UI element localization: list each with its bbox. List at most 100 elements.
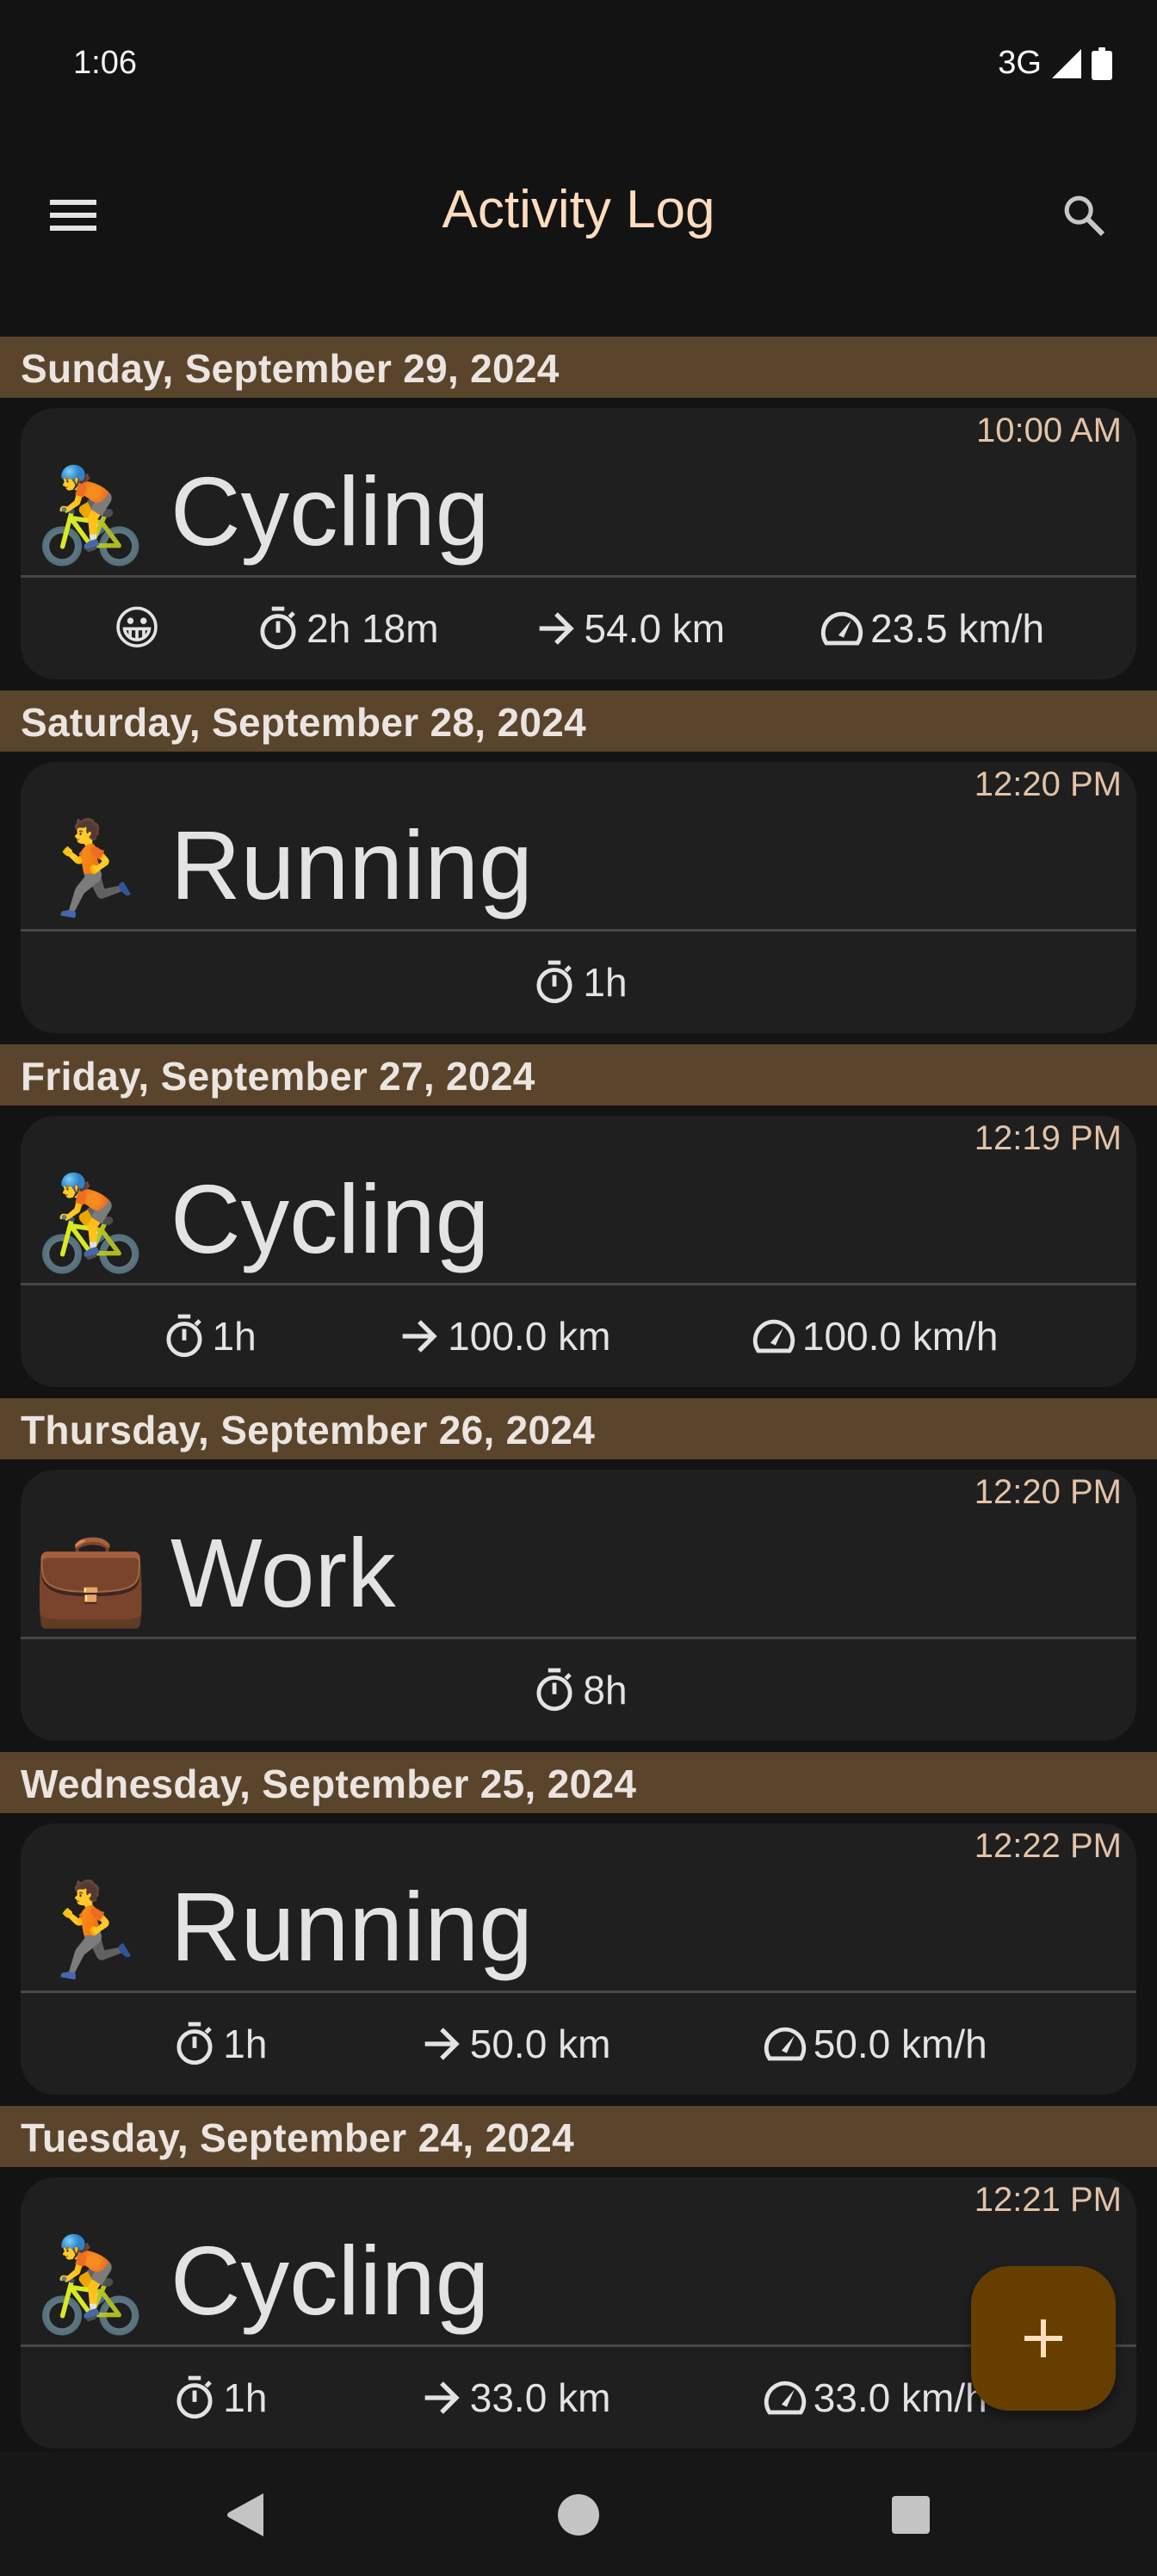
activity-type-icon: 🏃: [33, 817, 149, 921]
recents-button[interactable]: [881, 2485, 941, 2545]
date-label: Thursday, September 26, 2024: [21, 1408, 596, 1452]
speed-stat: 100.0 km/h: [749, 1311, 999, 1361]
distance-stat: 33.0 km: [417, 2373, 611, 2423]
home-button[interactable]: [548, 2485, 609, 2545]
speed-value: 100.0 km/h: [801, 1314, 999, 1359]
speed-value: 50.0 km/h: [813, 2022, 987, 2066]
activity-card[interactable]: 12:20 PM 💼 Work 8h: [21, 1470, 1136, 1741]
search-icon: [1064, 195, 1105, 237]
stats-row: 1h 100.0 km 100.0 km/h: [21, 1285, 1136, 1387]
date-header: Saturday, September 28, 2024: [0, 690, 1157, 752]
speedometer-icon: [760, 2373, 810, 2423]
status-bar: 1:06 3G: [0, 0, 1157, 129]
back-button[interactable]: [215, 2485, 275, 2545]
date-label: Saturday, September 28, 2024: [21, 700, 586, 745]
duration-value: 1h: [223, 2022, 268, 2066]
duration-stat: 8h: [529, 1665, 628, 1715]
duration-stat: 1h: [159, 1311, 257, 1361]
activity-card[interactable]: 12:19 PM 🚴 Cycling 1h 100.0 km 100.0 km/h: [21, 1116, 1136, 1387]
activity-time: 12:20 PM: [974, 1473, 1122, 1511]
date-label: Tuesday, September 24, 2024: [21, 2115, 575, 2160]
arrow-right-icon: [417, 2019, 467, 2069]
arrow-right-icon: [417, 2373, 467, 2423]
activity-name: Cycling: [170, 457, 490, 566]
activity-card[interactable]: 12:22 PM 🏃 Running 1h 50.0 km 50.0 km/h: [21, 1824, 1136, 2095]
distance-stat: 54.0 km: [531, 604, 726, 653]
stats-row: 1h 50.0 km 50.0 km/h: [21, 1993, 1136, 2095]
activity-time: 12:22 PM: [974, 1827, 1122, 1865]
status-time: 1:06: [73, 45, 137, 81]
activity-type-icon: 🚴: [33, 463, 149, 567]
activity-card[interactable]: 10:00 AM 🚴 Cycling 😀 2h 18m 54.0 km 23.5 km/h: [21, 408, 1136, 679]
duration-value: 8h: [583, 1668, 628, 1712]
add-activity-button[interactable]: [971, 2266, 1116, 2411]
day-section: Wednesday, September 25, 2024 12:22 PM 🏃 Ru…: [0, 1752, 1157, 2106]
speedometer-icon: [760, 2019, 810, 2069]
home-circle-icon: [558, 2494, 599, 2536]
plus-icon: [1024, 2319, 1062, 2357]
date-label: Sunday, September 29, 2024: [21, 346, 560, 391]
page-title: Activity Log: [442, 180, 715, 239]
distance-value: 33.0 km: [469, 2375, 611, 2420]
activity-type-icon: 🚴: [33, 1171, 149, 1275]
distance-value: 50.0 km: [469, 2022, 611, 2066]
speed-value: 33.0 km/h: [813, 2375, 987, 2420]
day-section: Thursday, September 26, 2024 12:20 PM 💼 Wor…: [0, 1398, 1157, 1752]
stopwatch-icon: [170, 2019, 220, 2069]
distance-stat: 50.0 km: [417, 2019, 611, 2069]
stats-row: 8h: [21, 1639, 1136, 1741]
mood-stat: 😀: [113, 603, 161, 654]
activity-time: 12:20 PM: [974, 765, 1122, 803]
distance-stat: 100.0 km: [394, 1311, 610, 1361]
distance-value: 54.0 km: [584, 606, 726, 651]
date-header: Wednesday, September 25, 2024: [0, 1752, 1157, 1813]
activity-type-icon: 🏃: [33, 1879, 149, 1983]
arrow-right-icon: [394, 1311, 444, 1361]
activity-card[interactable]: 12:21 PM 🚴 Cycling 1h 33.0 km 33.0 km/h: [21, 2177, 1136, 2449]
speed-value: 23.5 km/h: [870, 606, 1045, 651]
distance-value: 100.0 km: [448, 1314, 611, 1359]
speed-stat: 33.0 km/h: [760, 2373, 987, 2423]
stopwatch-icon: [159, 1311, 209, 1361]
arrow-right-icon: [531, 604, 581, 653]
search-button[interactable]: [1045, 176, 1123, 254]
day-section: Sunday, September 29, 2024 10:00 AM 🚴 Cycli…: [0, 337, 1157, 690]
stats-row: 😀 2h 18m 54.0 km 23.5 km/h: [21, 578, 1136, 679]
activity-time: 12:21 PM: [974, 2181, 1122, 2219]
activity-type-icon: 🚴: [33, 2232, 149, 2337]
date-header: Thursday, September 26, 2024: [0, 1398, 1157, 1459]
speedometer-icon: [817, 604, 867, 653]
activity-list[interactable]: Sunday, September 29, 2024 10:00 AM 🚴 Cycli…: [0, 337, 1157, 2452]
day-section: Saturday, September 28, 2024 12:20 PM 🏃 Run…: [0, 690, 1157, 1044]
network-type: 3G: [998, 45, 1042, 81]
activity-name: Cycling: [170, 1165, 490, 1273]
duration-stat: 1h: [170, 2019, 267, 2069]
stopwatch-icon: [529, 957, 579, 1007]
day-section: Friday, September 27, 2024 12:19 PM 🚴 Cycli…: [0, 1044, 1157, 1398]
stopwatch-icon: [253, 604, 303, 653]
activity-name: Cycling: [170, 2226, 490, 2335]
activity-card[interactable]: 12:20 PM 🏃 Running 1h: [21, 762, 1136, 1033]
stats-row: 1h 33.0 km 33.0 km/h: [21, 2347, 1136, 2449]
date-label: Wednesday, September 25, 2024: [21, 1762, 637, 1806]
status-icons: 3G: [998, 45, 1112, 82]
activity-name: Running: [170, 1873, 533, 1981]
duration-stat: 2h 18m: [253, 604, 439, 653]
activity-name: Work: [170, 1519, 396, 1627]
activity-name: Running: [170, 811, 533, 920]
activity-time: 10:00 AM: [975, 412, 1122, 449]
duration-stat: 1h: [529, 957, 628, 1007]
duration-value: 1h: [583, 960, 628, 1005]
cell-signal-icon: [1052, 48, 1081, 78]
date-header: Sunday, September 29, 2024: [0, 337, 1157, 398]
stopwatch-icon: [529, 1665, 579, 1715]
duration-stat: 1h: [170, 2373, 267, 2423]
duration-value: 1h: [212, 1314, 257, 1359]
activity-type-icon: 💼: [33, 1525, 149, 1629]
mood-emoji: 😀: [112, 603, 162, 654]
date-header: Friday, September 27, 2024: [0, 1044, 1157, 1105]
activity-time: 12:19 PM: [974, 1119, 1122, 1157]
top-app-bar: Activity Log: [0, 129, 1157, 293]
speed-stat: 23.5 km/h: [817, 604, 1044, 653]
stats-row: 1h: [21, 932, 1136, 1033]
